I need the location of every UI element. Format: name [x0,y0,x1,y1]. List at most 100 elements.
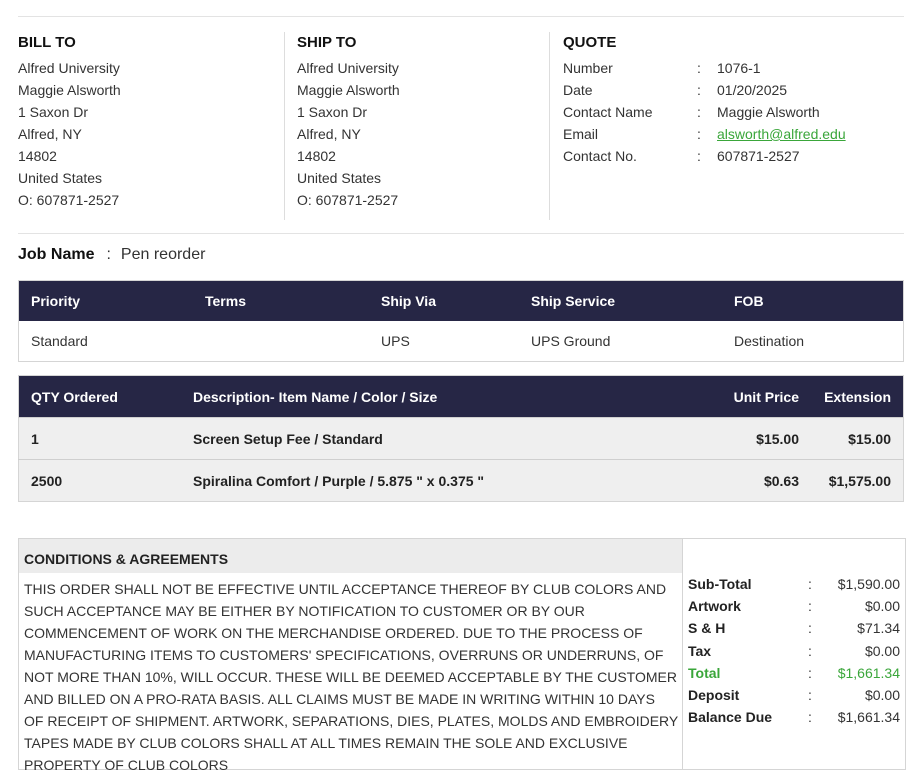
table-row: 2500 Spiralina Comfort / Purple / 5.875 … [18,459,904,502]
quote-value: 01/20/2025 [717,82,788,98]
shipping-header-row: Priority Terms Ship Via Ship Service FOB [18,280,904,321]
totals-label: Balance Due [688,709,773,725]
quote-colon: : [697,82,701,98]
unit-price-cell: $0.63 [657,459,811,502]
table-cell: Standard [31,333,88,349]
quote-contact-no-row: Contact No. : 607871-2527 [563,145,903,167]
bill-to-title: BILL TO [18,34,76,51]
totals-colon: : [808,709,812,725]
quote-block: QUOTE Number : 1076-1 Date : 01/20/2025 … [563,34,903,167]
shipping-table: Priority Terms Ship Via Ship Service FOB… [18,280,904,362]
totals-label: Artwork [688,598,741,614]
ship-to-line: 1 Saxon Dr [297,104,368,120]
items-header-row: QTY Ordered Description- Item Name / Col… [18,375,904,418]
qty-cell: 2500 [18,459,181,502]
totals-value: $1,590.00 [837,576,900,592]
quote-document: BILL TO Alfred University Maggie Alswort… [0,0,917,773]
ship-to-line: Alfred University [297,60,399,76]
bill-to-block: BILL TO Alfred University Maggie Alswort… [18,34,278,211]
ship-to-line: 14802 [297,148,336,164]
ship-to-line: Maggie Alsworth [297,82,400,98]
column-header: Ship Via [369,280,519,321]
quote-email-row: Email : alsworth@alfred.edu [563,123,903,145]
subtotal-row: Sub-Total : $1,590.00 [688,573,900,595]
bill-to-line: 14802 [18,148,57,164]
totals-value: $0.00 [864,687,900,703]
bill-to-line: United States [18,170,103,186]
column-header: Unit Price [657,375,811,418]
balance-due-row: Balance Due : $1,661.34 [688,706,900,728]
totals-label: Sub-Total [688,576,752,592]
column-divider [284,32,285,220]
totals-box: Sub-Total : $1,590.00 Artwork : $0.00 S … [682,538,906,770]
unit-price-cell: $15.00 [657,417,811,460]
quote-title: QUOTE [563,34,617,51]
email-link[interactable]: alsworth@alfred.edu [717,123,846,145]
quote-colon: : [697,126,701,142]
column-header: Ship Service [519,280,722,321]
bill-to-line: Maggie Alsworth [18,82,121,98]
section-divider [18,233,904,234]
conditions-box: CONDITIONS & AGREEMENTS THIS ORDER SHALL… [18,538,683,773]
totals-colon: : [808,598,812,614]
tax-row: Tax : $0.00 [688,640,900,662]
conditions-text: THIS ORDER SHALL NOT BE EFFECTIVE UNTIL … [24,581,678,773]
quote-date-row: Date : 01/20/2025 [563,79,903,101]
shipping-handling-row: S & H : $71.34 [688,617,900,639]
quote-colon: : [697,104,701,120]
totals-value: $1,661.34 [837,709,900,725]
totals-label: S & H [688,620,726,636]
totals-label: Tax [688,643,712,659]
quote-label: Email [563,126,599,142]
totals-label: Deposit [688,687,740,703]
quote-label: Number [563,60,613,76]
quote-label: Contact No. [563,148,637,164]
extension-cell: $15.00 [811,417,904,460]
job-name-value: Pen reorder [120,246,206,263]
table-cell: UPS Ground [531,333,611,349]
quote-label: Contact Name [563,104,653,120]
totals-label: Total [688,665,721,681]
totals-colon: : [808,643,812,659]
column-header: Terms [193,280,369,321]
totals-value: $0.00 [864,643,900,659]
column-divider [549,32,550,220]
quote-colon: : [697,148,701,164]
totals-value: $71.34 [857,620,900,636]
description-cell: Screen Setup Fee / Standard [181,417,657,460]
total-row: Total : $1,661.34 [688,662,900,684]
ship-to-line: United States [297,170,382,186]
ship-to-line: Alfred, NY [297,126,361,142]
description-cell: Spiralina Comfort / Purple / 5.875 " x 0… [181,459,657,502]
deposit-row: Deposit : $0.00 [688,684,900,706]
quote-value: Maggie Alsworth [717,104,820,120]
quote-label: Date [563,82,593,98]
job-name-colon: : [106,246,111,263]
bill-to-line: Alfred, NY [18,126,82,142]
quote-colon: : [697,60,701,76]
extension-cell: $1,575.00 [811,459,904,502]
column-header: Extension [811,375,904,418]
totals-colon: : [808,665,812,681]
totals-value: $0.00 [864,598,900,614]
items-table: QTY Ordered Description- Item Name / Col… [18,375,904,502]
conditions-title: CONDITIONS & AGREEMENTS [19,539,683,573]
job-name-row: Job Name: Pen reorder [18,246,205,264]
job-name-label: Job Name [18,246,95,263]
bill-to-line: Alfred University [18,60,120,76]
ship-to-title: SHIP TO [297,34,357,51]
column-header: QTY Ordered [18,375,181,418]
table-cell: Destination [734,333,805,349]
table-cell: UPS [381,333,410,349]
top-divider [18,16,904,17]
totals-colon: : [808,687,812,703]
bill-to-line: 1 Saxon Dr [18,104,89,120]
quote-value: 607871-2527 [717,148,800,164]
artwork-row: Artwork : $0.00 [688,595,900,617]
quote-value: 1076-1 [717,60,761,76]
ship-to-block: SHIP TO Alfred University Maggie Alswort… [297,34,547,211]
totals-colon: : [808,576,812,592]
totals-colon: : [808,620,812,636]
column-header: Priority [18,280,193,321]
quote-number-row: Number : 1076-1 [563,57,903,79]
